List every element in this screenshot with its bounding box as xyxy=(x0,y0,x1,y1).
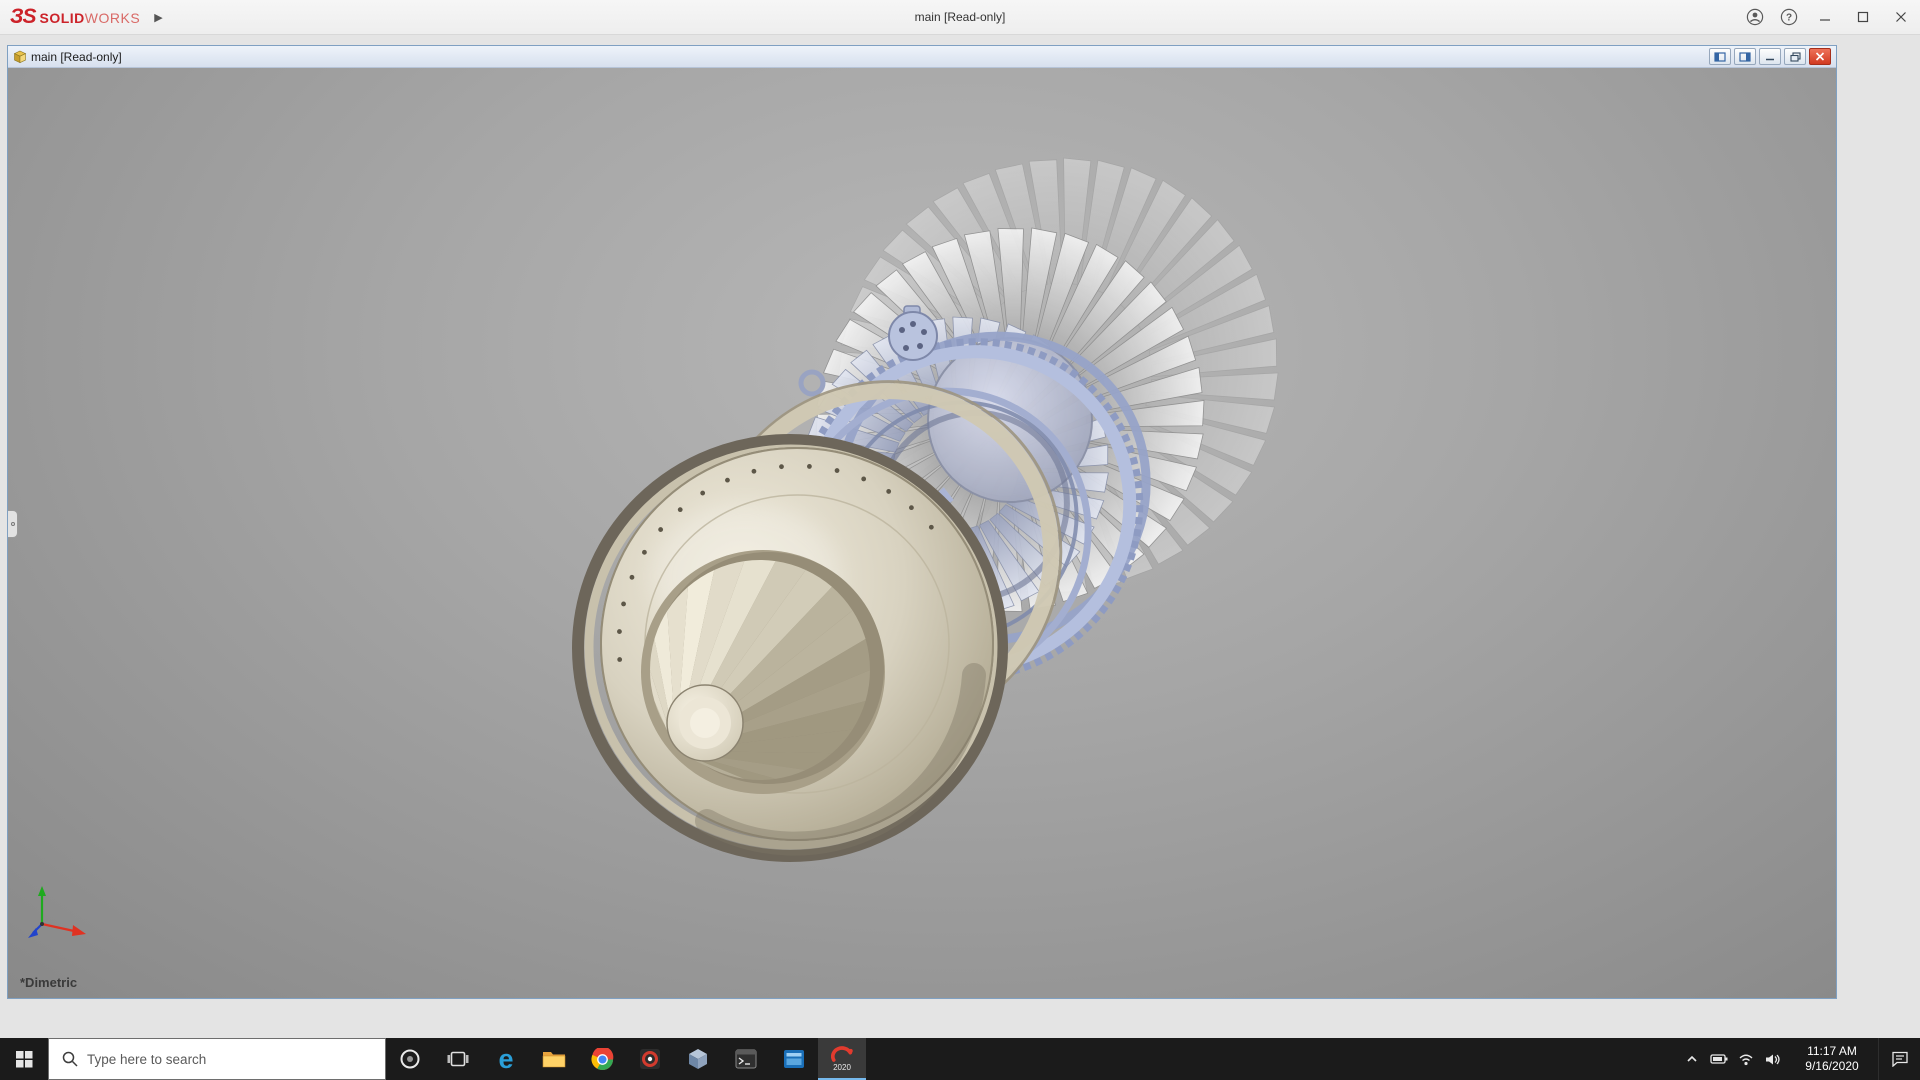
doc-restore-button[interactable] xyxy=(1784,48,1806,65)
solidworks-logo: ЗS SOLID WORKS xyxy=(10,5,140,29)
solidworks-logo-mark: ЗS xyxy=(10,5,36,28)
taskbar-app-edge-icon[interactable]: e xyxy=(482,1038,530,1080)
document-title: main [Read-only] xyxy=(31,49,122,64)
task-view-icon[interactable] xyxy=(434,1038,482,1080)
action-center-icon[interactable] xyxy=(1878,1038,1920,1080)
app-close-button[interactable] xyxy=(1882,0,1920,34)
cortana-icon[interactable] xyxy=(386,1038,434,1080)
desktop: { "app_titlebar": { "logo_mark": "ЗS", "… xyxy=(0,0,1920,1080)
app-titlebar: ЗS SOLID WORKS ▶ main [Read-only] ? xyxy=(0,0,1920,35)
taskbar-app-red-icon[interactable] xyxy=(626,1038,674,1080)
app-maximize-button[interactable] xyxy=(1844,0,1882,34)
search-icon xyxy=(62,1051,78,1067)
clock-time: 11:17 AM xyxy=(1807,1044,1857,1058)
tray-chevron-up-icon[interactable] xyxy=(1678,1038,1705,1080)
view-orientation-label: *Dimetric xyxy=(20,975,78,990)
taskbar-app-terminal-icon[interactable] xyxy=(722,1038,770,1080)
system-tray: 11:17 AM 9/16/2020 xyxy=(1678,1038,1920,1080)
doc-pane-button-1[interactable] xyxy=(1709,48,1731,65)
doc-pane-button-2[interactable] xyxy=(1734,48,1756,65)
tray-volume-icon[interactable] xyxy=(1759,1038,1786,1080)
orientation-triad[interactable] xyxy=(26,884,90,946)
taskbar-search[interactable] xyxy=(48,1038,386,1080)
featuremanager-collapsed-tab[interactable] xyxy=(8,510,18,538)
tray-battery-icon[interactable] xyxy=(1705,1038,1732,1080)
account-icon[interactable] xyxy=(1738,0,1772,34)
taskbar-app-chrome-icon[interactable] xyxy=(578,1038,626,1080)
taskbar-search-input[interactable] xyxy=(87,1051,385,1067)
tray-network-icon[interactable] xyxy=(1732,1038,1759,1080)
clock-date: 9/16/2020 xyxy=(1805,1059,1859,1073)
windows-taskbar: e 2020 11:17 AM 9/16/20 xyxy=(0,1038,1920,1080)
document-titlebar[interactable]: main [Read-only] xyxy=(8,46,1836,68)
graphics-viewport[interactable]: *Dimetric xyxy=(8,68,1836,998)
taskbar-app-window-icon[interactable] xyxy=(770,1038,818,1080)
document-window: main [Read-only] *Dimetric xyxy=(7,45,1837,999)
panel-tab-dot-icon xyxy=(10,522,15,526)
doc-minimize-button[interactable] xyxy=(1759,48,1781,65)
edge-icon: e xyxy=(498,1043,514,1074)
taskbar-clock[interactable]: 11:17 AM 9/16/2020 xyxy=(1786,1038,1878,1080)
help-icon[interactable]: ? xyxy=(1772,0,1806,34)
app-window-title: main [Read-only] xyxy=(914,10,1006,24)
solidworks-logo-works: WORKS xyxy=(84,10,141,26)
taskbar-app-cube-icon[interactable] xyxy=(674,1038,722,1080)
solidworks-year-badge: 2020 xyxy=(833,1063,851,1072)
assembly-document-icon xyxy=(13,50,27,64)
start-button[interactable] xyxy=(0,1038,48,1080)
svg-text:?: ? xyxy=(1786,13,1792,24)
app-minimize-button[interactable] xyxy=(1806,0,1844,34)
jet-engine-3d-model[interactable] xyxy=(8,68,1836,998)
menu-expand-arrow-icon[interactable]: ▶ xyxy=(154,11,162,24)
taskbar-app-file-explorer-icon[interactable] xyxy=(530,1038,578,1080)
doc-close-button[interactable] xyxy=(1809,48,1831,65)
solidworks-logo-solid: SOLID xyxy=(39,10,85,26)
taskbar-app-solidworks-icon[interactable]: 2020 xyxy=(818,1038,866,1080)
